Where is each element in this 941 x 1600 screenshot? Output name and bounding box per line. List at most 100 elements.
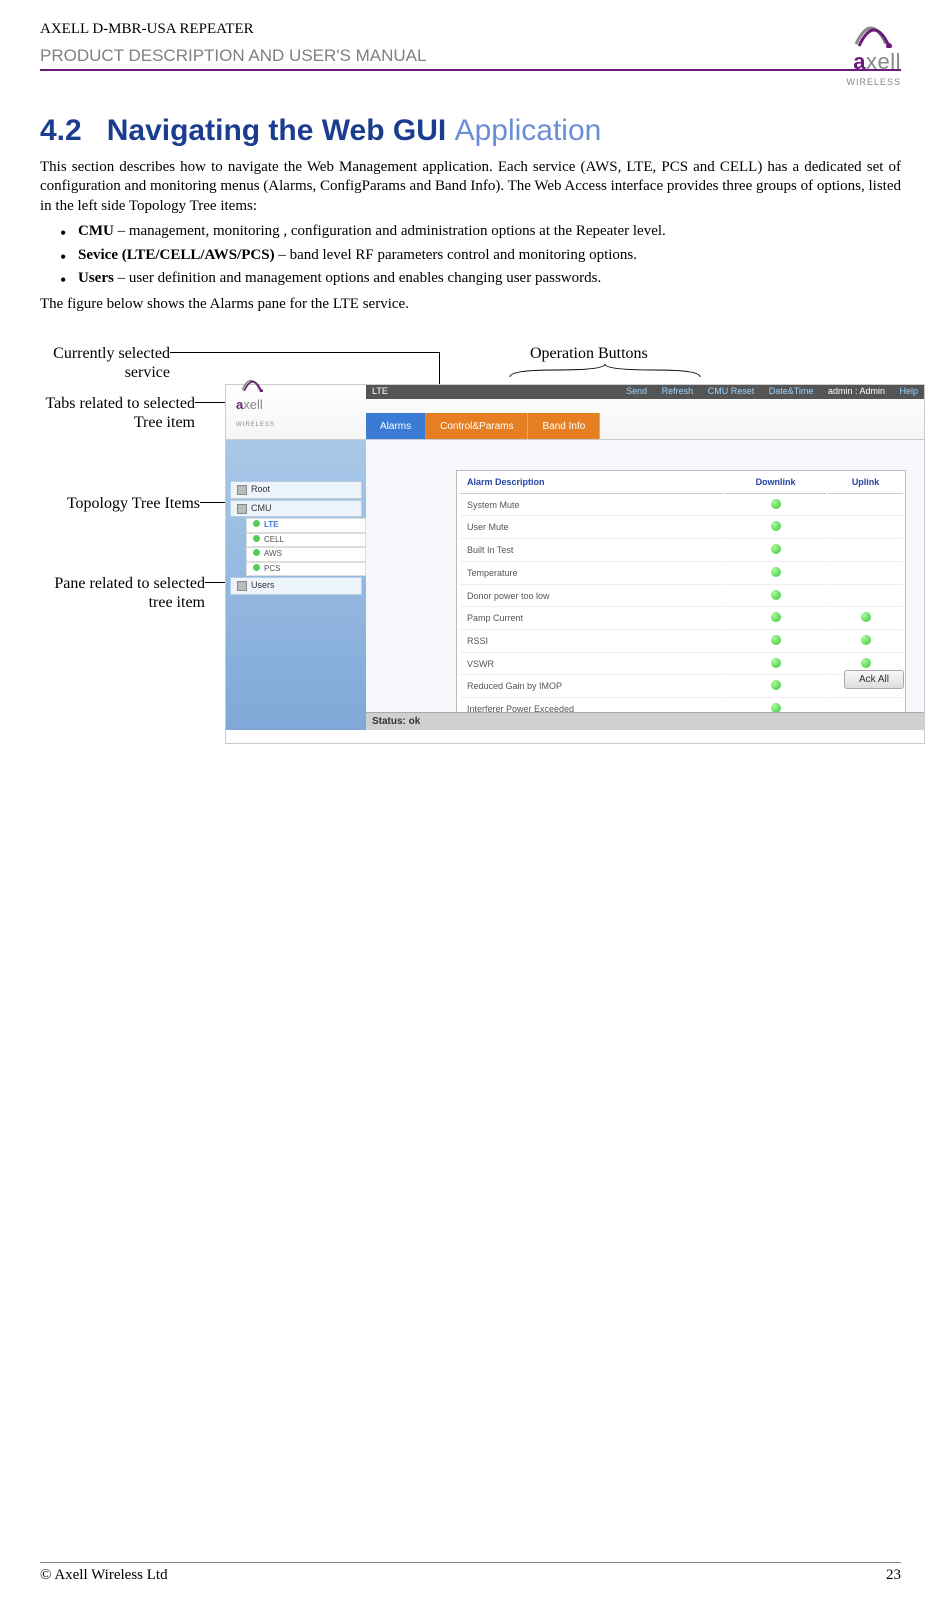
downlink-led xyxy=(725,655,826,676)
ss-body: Root CMU LTE CELL AWS PCS Users Alarm De… xyxy=(226,440,924,730)
logo-icon xyxy=(846,20,896,48)
annotation-pane-related: Pane related to selected tree item xyxy=(40,574,205,612)
tree-lte[interactable]: LTE xyxy=(246,518,366,532)
page-number: 23 xyxy=(886,1566,901,1586)
ss-sidebar: Root CMU LTE CELL AWS PCS Users xyxy=(226,440,366,730)
post-bullets-paragraph: The figure below shows the Alarms pane f… xyxy=(40,295,901,315)
uplink-led xyxy=(828,609,903,630)
alarm-table: Alarm Description Downlink Uplink System… xyxy=(456,470,906,724)
logo: aaxellxell WIRELESS xyxy=(846,20,901,88)
list-item-bold: Sevice (LTE/CELL/AWS/PCS) xyxy=(78,247,275,263)
cmu-reset-link[interactable]: CMU Reset xyxy=(708,386,755,396)
downlink-led xyxy=(725,541,826,562)
uplink-led xyxy=(828,518,903,539)
alarm-name: VSWR xyxy=(459,655,723,676)
uplink-led xyxy=(828,564,903,585)
uplink-led xyxy=(828,496,903,517)
downlink-led xyxy=(725,518,826,539)
tab-band-info[interactable]: Band Info xyxy=(528,413,600,439)
section-title-bold: Navigating the Web GUI xyxy=(107,114,446,147)
alarm-name: Built In Test xyxy=(459,541,723,562)
th-downlink: Downlink xyxy=(725,473,826,494)
downlink-led xyxy=(725,609,826,630)
th-description: Alarm Description xyxy=(459,473,723,494)
alarm-name: RSSI xyxy=(459,632,723,653)
tree-pcs[interactable]: PCS xyxy=(246,562,366,576)
annotation-tabs-related: Tabs related to selected Tree item xyxy=(40,394,195,432)
list-item: CMU – management, monitoring , configura… xyxy=(60,222,901,242)
alarm-name: Donor power too low xyxy=(459,587,723,608)
page-header: AXELL D-MBR-USA REPEATER PRODUCT DESCRIP… xyxy=(40,20,901,71)
alarm-name: Reduced Gain by IMOP xyxy=(459,677,723,698)
annotation-line xyxy=(170,352,440,353)
tree-aws[interactable]: AWS xyxy=(246,547,366,561)
table-row: Pamp Current xyxy=(459,609,903,630)
section-heading: 4.2 Navigating the Web GUI Application xyxy=(40,111,901,150)
table-row: Temperature xyxy=(459,564,903,585)
bullet-list: CMU – management, monitoring , configura… xyxy=(60,222,901,289)
table-row: User Mute xyxy=(459,518,903,539)
annotation-topology-tree: Topology Tree Items xyxy=(40,494,200,513)
status-bar: Status: ok xyxy=(366,712,924,730)
logo-subtext: WIRELESS xyxy=(846,77,901,89)
table-row: Donor power too low xyxy=(459,587,903,608)
tree-cell[interactable]: CELL xyxy=(246,533,366,547)
ss-top-links: Send Refresh CMU Reset Date&Time admin :… xyxy=(614,386,918,398)
list-item-text: – user definition and management options… xyxy=(114,270,601,286)
alarm-name: User Mute xyxy=(459,518,723,539)
subtitle: PRODUCT DESCRIPTION AND USER'S MANUAL xyxy=(40,45,901,71)
tree-root[interactable]: Root xyxy=(230,481,362,499)
intro-paragraph: This section describes how to navigate t… xyxy=(40,158,901,217)
section-title-light: Application xyxy=(455,114,602,147)
annotation-op-buttons: Operation Buttons xyxy=(530,344,648,365)
ss-tabs: Alarms Control&Params Band Info xyxy=(366,413,600,439)
table-row: Reduced Gain by IMOP xyxy=(459,677,903,698)
downlink-led xyxy=(725,496,826,517)
list-item-text: – band level RF parameters control and m… xyxy=(275,247,637,263)
ss-title-bar: LTE Send Refresh CMU Reset Date&Time adm… xyxy=(366,385,924,399)
list-item-text: – management, monitoring , configuration… xyxy=(114,223,666,239)
ss-logo: axellWIRELESS xyxy=(226,368,366,439)
product-name: AXELL D-MBR-USA REPEATER xyxy=(40,20,901,40)
tree-users[interactable]: Users xyxy=(230,577,362,595)
send-link[interactable]: Send xyxy=(626,386,647,396)
th-uplink: Uplink xyxy=(828,473,903,494)
help-link[interactable]: Help xyxy=(899,386,918,396)
ss-service-label: LTE xyxy=(372,386,388,398)
admin-label: admin : Admin xyxy=(828,386,885,396)
tree-cmu[interactable]: CMU xyxy=(230,500,362,518)
alarm-name: Temperature xyxy=(459,564,723,585)
annotation-currently-selected: Currently selected service xyxy=(40,344,170,382)
downlink-led xyxy=(725,632,826,653)
table-row: RSSI xyxy=(459,632,903,653)
page-footer: © Axell Wireless Ltd 23 xyxy=(40,1562,901,1586)
list-item-bold: Users xyxy=(78,270,114,286)
tab-control-params[interactable]: Control&Params xyxy=(426,413,528,439)
alarm-name: Pamp Current xyxy=(459,609,723,630)
uplink-led xyxy=(828,632,903,653)
downlink-led xyxy=(725,564,826,585)
brace-icon xyxy=(505,362,705,382)
section-number: 4.2 xyxy=(40,114,82,147)
ss-main-pane: Alarm Description Downlink Uplink System… xyxy=(366,440,924,730)
list-item: Users – user definition and management o… xyxy=(60,269,901,289)
tab-alarms[interactable]: Alarms xyxy=(366,413,426,439)
refresh-link[interactable]: Refresh xyxy=(662,386,694,396)
table-row: Built In Test xyxy=(459,541,903,562)
logo-text: aaxellxell xyxy=(846,48,901,77)
uplink-led xyxy=(828,541,903,562)
downlink-led xyxy=(725,677,826,698)
downlink-led xyxy=(725,587,826,608)
screenshot-panel: axellWIRELESS LTE Send Refresh CMU Reset… xyxy=(225,384,925,744)
list-item: Sevice (LTE/CELL/AWS/PCS) – band level R… xyxy=(60,246,901,266)
uplink-led xyxy=(828,587,903,608)
figure-wrap: Operation Buttons Currently selected ser… xyxy=(40,344,901,764)
ss-header: axellWIRELESS LTE Send Refresh CMU Reset… xyxy=(226,385,924,440)
list-item-bold: CMU xyxy=(78,223,114,239)
alarm-name: System Mute xyxy=(459,496,723,517)
table-row: System Mute xyxy=(459,496,903,517)
datetime-link[interactable]: Date&Time xyxy=(769,386,814,396)
copyright: © Axell Wireless Ltd xyxy=(40,1566,168,1586)
ack-all-button[interactable]: Ack All xyxy=(844,670,904,689)
table-row: VSWR xyxy=(459,655,903,676)
